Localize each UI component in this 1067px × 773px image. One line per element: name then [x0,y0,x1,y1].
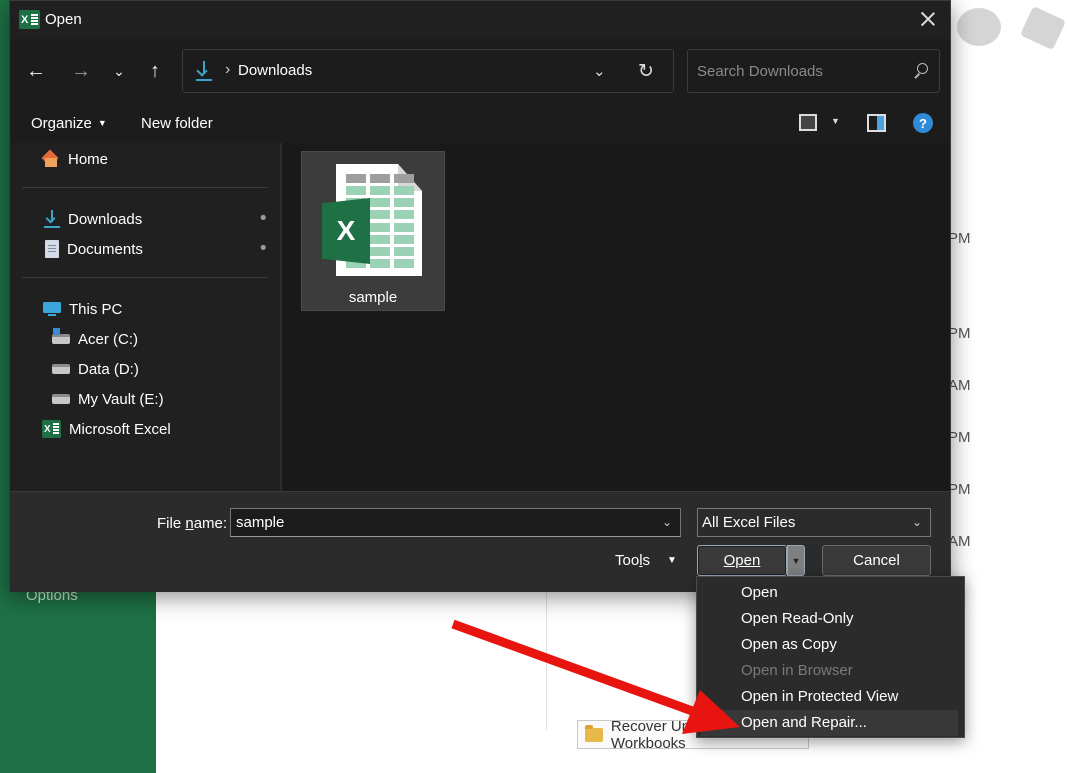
computer-icon [43,301,61,317]
change-view-icon[interactable] [799,114,817,131]
sidebar-item-microsoft-excel[interactable]: X Microsoft Excel [42,416,171,442]
open-button-label: Open [723,552,761,569]
cancel-button-label: Cancel [853,552,900,569]
breadcrumb-separator-icon[interactable]: › [225,61,230,79]
recent-file-time: PM [948,230,971,247]
open-file-dialog: X Open ← → ⌄ ↑ › Downloads ⌄ ↻ Search Do… [9,0,951,592]
file-type-select[interactable]: All Excel Files ⌄ [697,508,931,537]
drive-icon [52,394,70,404]
sidebar-item-label: Microsoft Excel [69,420,171,438]
menu-item-open-read-only[interactable]: Open Read-Only [697,606,964,632]
sidebar-item-my-vault-e[interactable]: My Vault (E:) [52,386,164,412]
divider [22,187,268,188]
open-options-dropdown-button[interactable]: ▼ [787,545,805,576]
sidebar-item-home[interactable]: Home [42,146,108,172]
dialog-title: Open [45,11,82,28]
sidebar-item-label: Documents [67,240,143,258]
tools-button[interactable]: Tools [615,552,650,569]
file-name-input-value: sample [236,514,285,531]
address-bar[interactable]: › Downloads ⌄ ↻ [182,49,674,93]
open-options-menu: Open Open Read-Only Open as Copy Open in… [696,576,965,738]
back-arrow-icon[interactable]: ← [23,58,49,84]
menu-item-open-and-repair[interactable]: Open and Repair... [701,710,958,736]
command-bar: Organize ▼ New folder ▼ ? [10,103,950,143]
file-name-field[interactable]: sample ⌄ [230,508,681,537]
refresh-icon[interactable]: ↻ [638,60,654,83]
search-input[interactable]: Search Downloads [697,63,823,80]
excel-icon: X [42,420,61,438]
recent-file-time: PM [948,325,971,342]
sidebar-item-this-pc[interactable]: This PC [43,296,122,322]
downloads-icon [195,61,213,81]
new-folder-button[interactable]: New folder [141,115,213,132]
caret-down-icon: ▼ [97,118,107,128]
windows-drive-icon [52,328,70,344]
file-item-sample[interactable]: X sample [301,151,445,311]
sidebar-item-label: Downloads [68,210,143,228]
documents-icon [45,240,59,258]
sidebar-item-acer-c[interactable]: Acer (C:) [52,326,138,352]
excel-app-icon: X [19,10,40,29]
menu-item-open-in-protected-view[interactable]: Open in Protected View [697,684,964,710]
folder-icon [585,724,603,742]
breadcrumb-downloads[interactable]: Downloads [238,62,312,79]
sidebar-item-label: My Vault (E:) [78,390,164,408]
recent-file-time: PM [948,429,971,446]
search-icon [912,63,928,79]
file-name-label: sample [348,289,398,306]
help-icon[interactable]: ? [913,113,933,133]
sidebar-item-data-d[interactable]: Data (D:) [52,356,139,382]
sidebar-item-downloads[interactable]: Downloads [44,206,142,232]
sidebar-item-label: This PC [69,300,123,318]
chevron-down-icon: ⌄ [911,515,922,529]
excel-icon: X [322,198,370,264]
sidebar-item-label: Home [68,150,109,168]
divider [22,277,268,278]
navigation-bar: ← → ⌄ ↑ › Downloads ⌄ ↻ Search Downloads [10,39,950,103]
faint-background-graphic [955,4,1067,51]
file-list: X sample [282,143,950,491]
sidebar-item-label: Data (D:) [78,360,139,378]
preview-pane-icon[interactable] [867,114,886,132]
search-box[interactable]: Search Downloads [687,49,940,93]
menu-item-open-in-browser: Open in Browser [741,662,853,679]
file-type-value: All Excel Files [702,514,796,531]
sidebar-item-label: Acer (C:) [78,330,138,348]
pin-icon[interactable]: ● [256,209,271,224]
dialog-titlebar: X Open [10,1,950,39]
address-history-chevron-icon[interactable]: ⌄ [593,62,606,80]
sidebar-item-documents[interactable]: Documents [45,236,143,262]
menu-item-open[interactable]: Open [697,580,964,606]
home-icon [42,151,60,167]
navigation-pane: Home Downloads ● Documents ● This PC Ace… [10,143,280,491]
organize-label: Organize [31,115,92,132]
recent-file-time: PM [948,481,971,498]
close-icon[interactable] [918,9,938,29]
organize-button[interactable]: Organize ▼ [31,115,107,132]
recent-file-time: AM [948,533,971,550]
file-name-field-label: File name: [157,515,228,532]
drive-icon [52,364,70,374]
chevron-down-icon[interactable]: ⌄ [662,515,672,529]
menu-item-open-as-copy[interactable]: Open as Copy [697,632,964,658]
cancel-button[interactable]: Cancel [822,545,931,576]
caret-down-icon[interactable]: ▼ [667,555,677,566]
recent-locations-chevron-icon[interactable]: ⌄ [106,58,132,84]
downloads-icon [44,210,60,228]
open-button[interactable]: Open [697,545,787,576]
pin-icon[interactable]: ● [256,239,271,254]
forward-arrow-icon[interactable]: → [68,58,94,84]
view-options-caret-icon[interactable]: ▼ [831,116,840,126]
recent-file-time: AM [948,377,971,394]
up-arrow-icon[interactable]: ↑ [142,58,168,84]
divider [546,590,547,730]
